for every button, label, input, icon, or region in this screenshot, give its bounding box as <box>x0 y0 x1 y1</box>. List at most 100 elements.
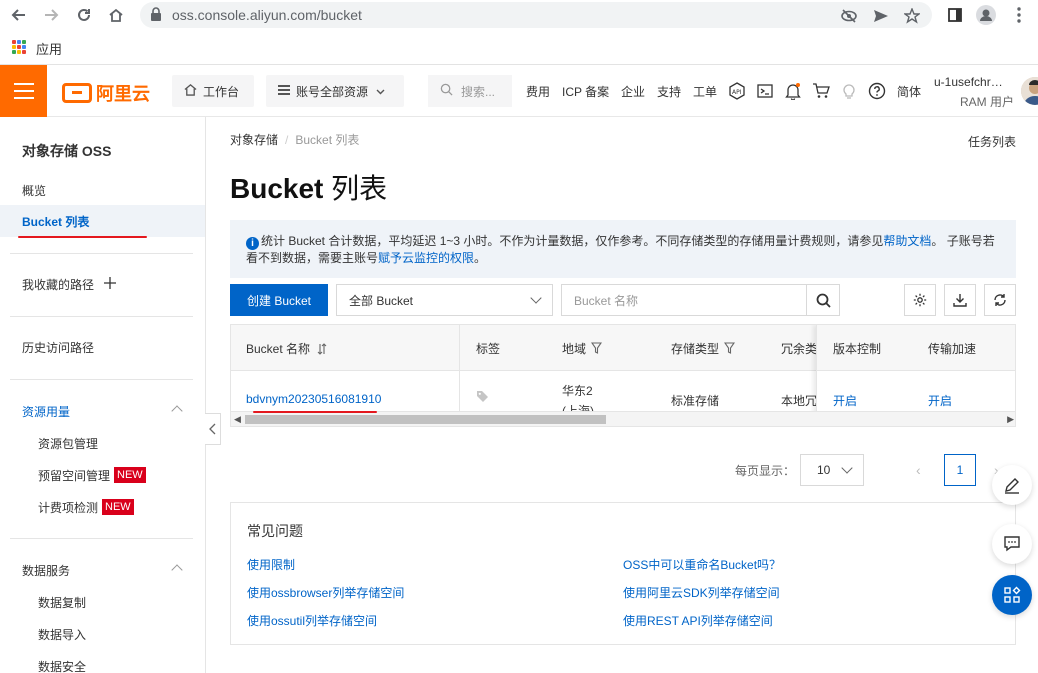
enterprise-link[interactable]: 企业 <box>621 83 645 100</box>
avatar[interactable] <box>1021 77 1038 105</box>
global-search-input[interactable]: 搜索... <box>428 75 512 107</box>
forward-icon[interactable] <box>40 4 62 26</box>
sidebar-item-favorites[interactable]: 我收藏的路径 <box>0 268 205 300</box>
faq-link[interactable]: 使用ossutil列举存储空间 <box>247 612 377 629</box>
star-icon[interactable] <box>903 7 921 25</box>
sidebar-item-data-replication[interactable]: 数据复制 <box>0 586 205 618</box>
header-label: 存储类型 <box>671 342 720 356</box>
horizontal-scrollbar[interactable]: ◀ ▶ <box>231 411 1015 426</box>
help-doc-link[interactable]: 帮助文档 <box>883 234 931 248</box>
language-switch[interactable]: 简体 <box>897 83 921 100</box>
sidebar-item-label: 预留空间管理 <box>38 468 111 483</box>
bucket-name-link[interactable]: bdvnym20230516081910 <box>246 392 381 406</box>
sidebar-item-overview[interactable]: 概览 <box>0 174 205 206</box>
bucket-search-input[interactable]: Bucket 名称 <box>561 284 840 316</box>
plus-icon[interactable] <box>104 276 117 292</box>
browser-chrome: oss.console.aliyun.com/bucket 应用 <box>0 0 1038 65</box>
settings-button[interactable] <box>904 284 936 316</box>
user-name[interactable]: u-1usefchr… <box>934 75 1003 89</box>
user-role: RAM 用户 <box>960 95 1015 109</box>
apps-grid-icon[interactable] <box>12 40 26 54</box>
billing-link[interactable]: 费用 <box>526 83 550 100</box>
scroll-right-icon[interactable]: ▶ <box>1007 414 1014 425</box>
acceleration-value[interactable]: 开启 <box>928 392 952 409</box>
breadcrumb-root[interactable]: 对象存储 <box>230 133 278 147</box>
faq-link[interactable]: OSS中可以重命名Bucket吗？ <box>623 556 781 573</box>
sidebar-item-reserved-space[interactable]: 预留空间管理 NEW <box>0 459 205 491</box>
help-icon[interactable] <box>867 81 887 101</box>
menu-kebab-icon[interactable] <box>1008 4 1030 26</box>
sidebar: 对象存储 OSS 概览 Bucket 列表 我收藏的路径 历史访问路径 资源用量… <box>0 117 206 673</box>
page-number-current[interactable]: 1 <box>944 454 976 486</box>
cloudmonitor-permission-link[interactable]: 赋予云监控的权限 <box>378 251 474 265</box>
resources-dropdown[interactable]: 账号全部资源 <box>266 75 404 107</box>
eye-off-icon[interactable] <box>840 7 858 25</box>
bucket-filter-select[interactable]: 全部 Bucket <box>336 284 553 316</box>
workbench-button[interactable]: 工作台 <box>172 75 254 107</box>
faq-link[interactable]: 使用ossbrowser列举存储空间 <box>247 584 404 601</box>
page-size-select[interactable]: 10 <box>800 454 864 486</box>
create-bucket-button[interactable]: 创建 Bucket <box>230 284 328 316</box>
address-bar[interactable]: oss.console.aliyun.com/bucket <box>140 2 932 28</box>
apps-bookmark[interactable]: 应用 <box>36 39 62 58</box>
faq-link[interactable]: 使用限制 <box>247 556 295 573</box>
support-link[interactable]: 支持 <box>657 83 681 100</box>
gear-icon <box>913 293 927 307</box>
sidebar-item-label: 计费项检测 <box>38 500 99 515</box>
scroll-thumb[interactable] <box>245 415 606 424</box>
sidepanel-icon[interactable] <box>944 4 966 26</box>
bell-icon[interactable] <box>783 81 803 101</box>
sidebar-item-history[interactable]: 历史访问路径 <box>0 331 205 363</box>
send-icon[interactable] <box>872 7 890 25</box>
scroll-left-icon[interactable]: ◀ <box>234 414 241 425</box>
fixed-header: 版本控制 传输加速 <box>816 325 1015 371</box>
terminal-icon[interactable] <box>755 81 775 101</box>
chevron-up-icon <box>171 564 183 576</box>
aliyun-logo[interactable]: 阿里云 <box>62 80 150 106</box>
chevron-down-icon <box>530 292 542 304</box>
chevron-down-icon <box>841 462 853 474</box>
sort-icon[interactable] <box>317 343 327 355</box>
sidebar-divider <box>10 379 193 380</box>
filter-icon[interactable] <box>591 342 603 354</box>
apps-button[interactable] <box>992 575 1032 615</box>
profile-icon[interactable] <box>975 4 997 26</box>
task-list-link[interactable]: 任务列表 <box>968 133 1016 150</box>
refresh-button[interactable] <box>984 284 1016 316</box>
ticket-link[interactable]: 工单 <box>693 83 717 100</box>
lightbulb-icon[interactable] <box>839 81 859 101</box>
new-badge: NEW <box>114 467 146 483</box>
header-label: Bucket 名称 <box>246 342 311 356</box>
sidebar-item-resource-packages[interactable]: 资源包管理 <box>0 427 205 459</box>
filter-icon[interactable] <box>724 342 736 354</box>
sidebar-item-billing-check[interactable]: 计费项检测 NEW <box>0 491 205 523</box>
tag-icon[interactable] <box>476 390 489 406</box>
sidebar-item-data-security[interactable]: 数据安全 <box>0 650 205 673</box>
search-button[interactable] <box>806 285 839 315</box>
breadcrumb-separator: / <box>285 133 289 147</box>
prev-page-icon[interactable]: ‹ <box>916 462 921 478</box>
home-icon[interactable] <box>105 4 127 26</box>
cart-icon[interactable] <box>811 81 831 101</box>
header-redundancy: 冗余类 <box>781 342 818 356</box>
header-bucket-name[interactable]: Bucket 名称 <box>246 340 327 357</box>
export-button[interactable] <box>944 284 976 316</box>
svg-text:API: API <box>732 89 742 96</box>
hamburger-menu-icon[interactable] <box>0 65 47 117</box>
reload-icon[interactable] <box>73 4 95 26</box>
back-icon[interactable] <box>8 4 30 26</box>
icp-link[interactable]: ICP 备案 <box>562 83 609 100</box>
faq-link[interactable]: 使用阿里云SDK列举存储空间 <box>623 584 780 601</box>
chat-button[interactable] <box>992 524 1032 564</box>
edit-feedback-button[interactable] <box>992 465 1032 505</box>
sidebar-collapse-toggle[interactable] <box>205 413 221 445</box>
sidebar-group-label: 数据服务 <box>22 563 71 578</box>
sidebar-group-data-services[interactable]: 数据服务 <box>0 554 205 586</box>
sidebar-item-data-import[interactable]: 数据导入 <box>0 618 205 650</box>
faq-link[interactable]: 使用REST API列举存储空间 <box>623 612 773 629</box>
api-icon[interactable]: API <box>727 81 747 101</box>
sidebar-item-label: 数据导入 <box>38 627 87 642</box>
sidebar-item-bucket-list[interactable]: Bucket 列表 <box>0 205 205 237</box>
versioning-value[interactable]: 开启 <box>833 392 857 409</box>
sidebar-group-resource-usage[interactable]: 资源用量 <box>0 395 205 427</box>
